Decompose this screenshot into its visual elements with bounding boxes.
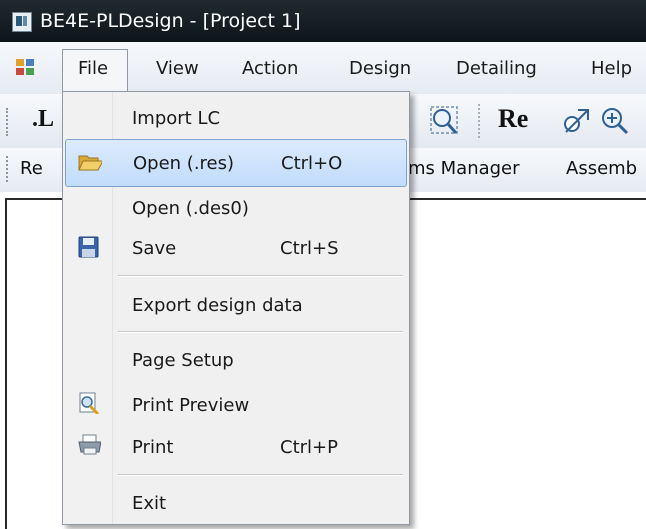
menu-item-label: Export design data — [132, 295, 303, 316]
toolbar-button-items-manager[interactable]: ms Manager — [408, 158, 520, 179]
menu-item-label: Open (.res) — [133, 153, 235, 174]
open-folder-icon — [78, 155, 102, 171]
menu-item-label: Print — [132, 437, 174, 458]
menu-item-shortcut: Ctrl+P — [280, 437, 338, 458]
menu-item-label: Page Setup — [132, 350, 234, 371]
toolbar-button-load[interactable]: .L — [32, 106, 54, 133]
title-bar: BE4E-PLDesign - [Project 1] — [0, 0, 646, 42]
mdi-child-icon[interactable] — [16, 59, 36, 77]
zoom-in-icon[interactable] — [598, 104, 630, 138]
toolbar-grip[interactable] — [6, 108, 10, 136]
menu-view[interactable]: View — [156, 58, 199, 79]
toolbar-button-assembly[interactable]: Assemb — [566, 158, 637, 179]
menu-file[interactable]: File — [78, 58, 108, 79]
menu-item-label: Import LC — [132, 108, 221, 129]
menu-separator — [118, 474, 403, 476]
app-icon[interactable] — [12, 12, 32, 32]
menu-help[interactable]: Help — [591, 58, 632, 79]
zoom-extents-icon[interactable] — [560, 104, 592, 138]
menu-item-label: Print Preview — [132, 395, 250, 416]
menu-design[interactable]: Design — [349, 58, 411, 79]
menu-item-print[interactable]: Print Ctrl+P — [65, 424, 405, 470]
menu-item-shortcut: Ctrl+O — [281, 153, 343, 174]
menu-item-page-setup[interactable]: Page Setup — [65, 337, 405, 383]
toolbar-button-results[interactable]: Re — [20, 158, 43, 179]
printer-icon — [78, 434, 101, 455]
menu-item-print-preview[interactable]: Print Preview — [65, 382, 405, 428]
toolbar-separator — [478, 104, 481, 138]
menu-item-label: Open (.des0) — [132, 198, 249, 219]
menu-item-export-design-data[interactable]: Export design data — [65, 282, 405, 328]
toolbar-button-redraw[interactable]: Re — [498, 104, 528, 134]
file-menu-dropdown: Import LC Open (.res) Ctrl+O Open (.des0… — [62, 91, 410, 525]
menu-item-save[interactable]: Save Ctrl+S — [65, 225, 405, 271]
menu-action[interactable]: Action — [242, 58, 298, 79]
menu-item-label: Save — [132, 238, 177, 259]
menu-item-exit[interactable]: Exit — [65, 480, 405, 526]
toolbar-grip[interactable] — [6, 156, 10, 182]
menu-item-shortcut: Ctrl+S — [280, 238, 339, 259]
print-preview-icon — [79, 392, 100, 414]
menu-item-open-res[interactable]: Open (.res) Ctrl+O — [65, 139, 407, 187]
menu-item-label: Exit — [132, 493, 167, 514]
menu-separator — [118, 331, 403, 333]
menu-detailing[interactable]: Detailing — [456, 58, 537, 79]
zoom-window-icon[interactable] — [428, 104, 460, 138]
menu-separator — [118, 275, 403, 277]
menu-item-import-lc[interactable]: Import LC — [65, 95, 405, 141]
floppy-disk-icon — [78, 236, 99, 258]
window-title: BE4E-PLDesign - [Project 1] — [40, 10, 301, 32]
